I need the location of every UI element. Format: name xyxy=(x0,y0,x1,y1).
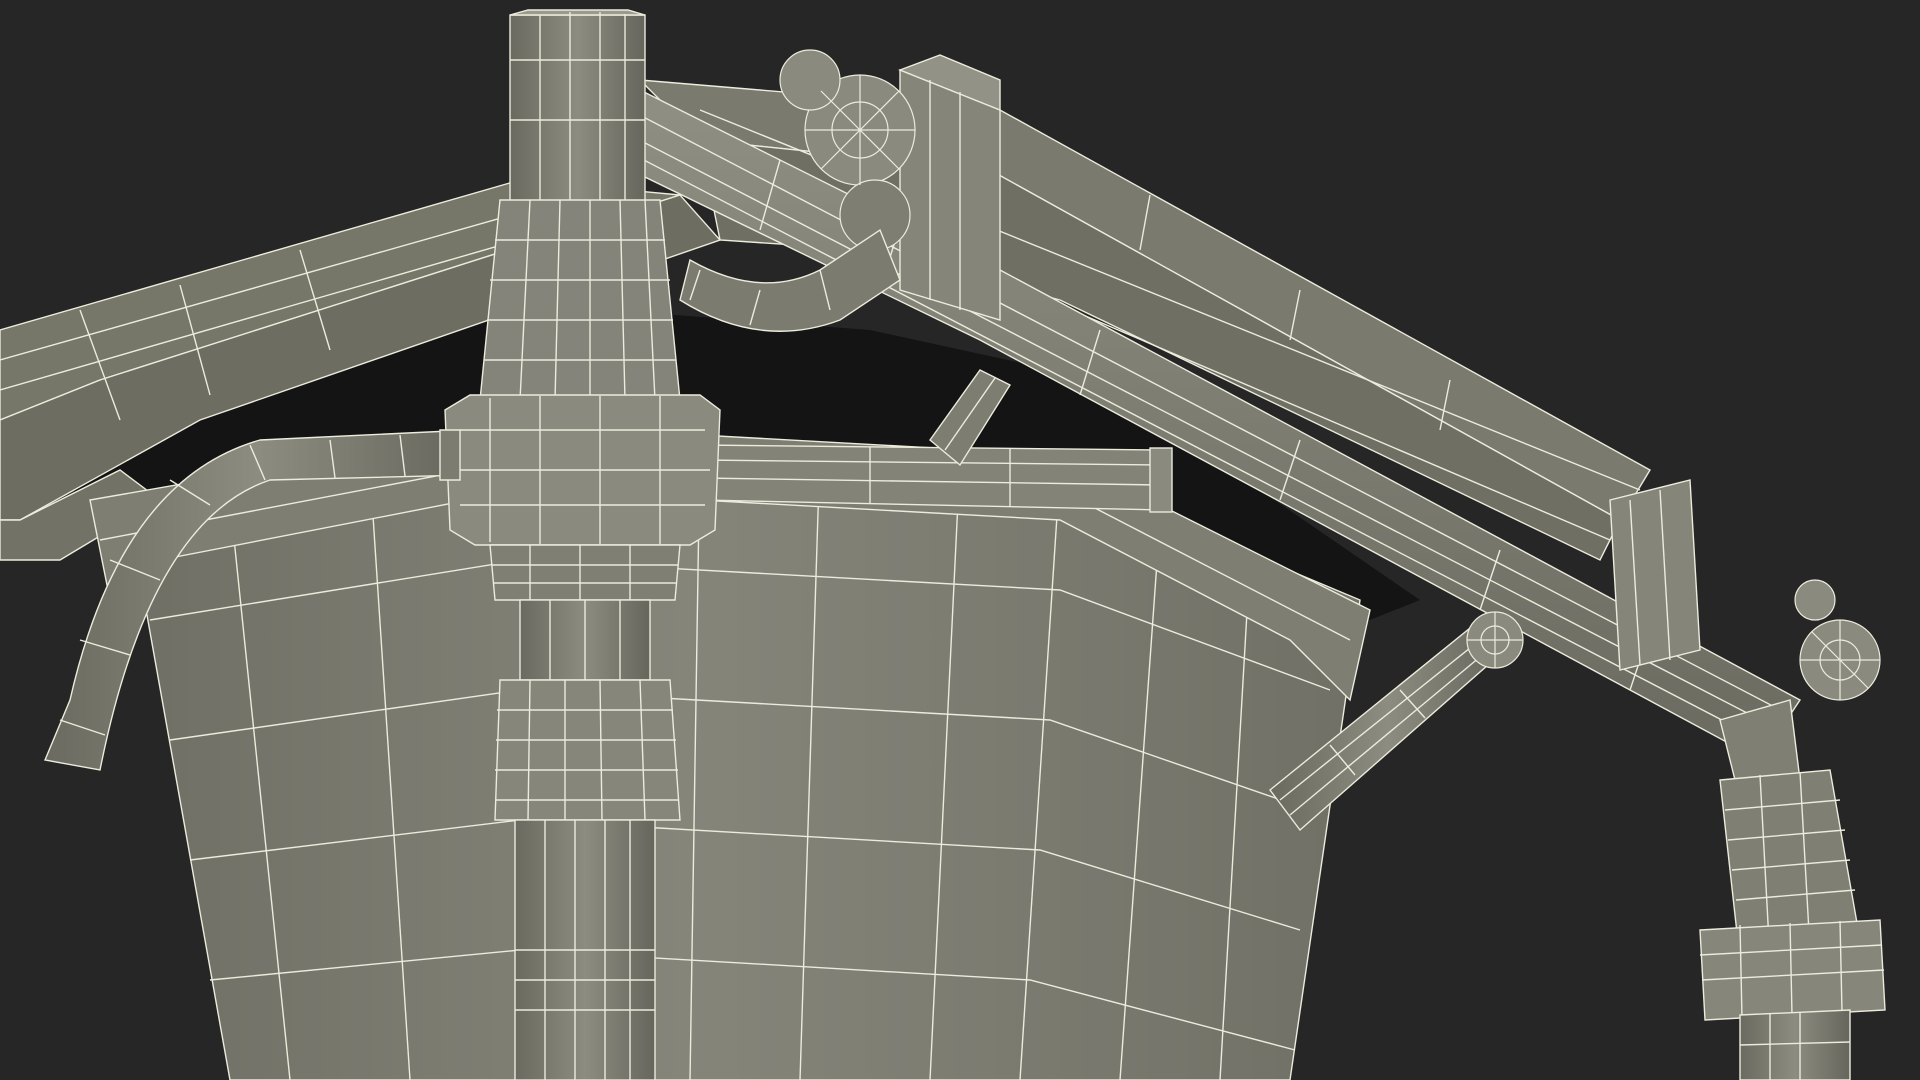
right-down-pipe xyxy=(1739,1009,1851,1080)
central-vertical-pipe xyxy=(509,9,646,206)
horizontal-rod xyxy=(699,444,1173,513)
bracket-block-top xyxy=(898,54,1001,321)
lower-pipe xyxy=(514,819,656,1080)
valve-small-right xyxy=(1466,611,1524,669)
right-coupling-nut xyxy=(1699,919,1886,1021)
collar-ring-lower xyxy=(489,544,681,601)
mid-pipe-section xyxy=(519,599,651,681)
wireframe-render xyxy=(0,0,1920,1080)
bracket-block-right xyxy=(1609,479,1701,671)
hex-nut-upper xyxy=(444,394,721,546)
lower-collar xyxy=(494,679,681,821)
upper-collar xyxy=(479,199,681,401)
stub-joint-left xyxy=(439,429,461,481)
3d-viewport[interactable] xyxy=(0,0,1920,1080)
